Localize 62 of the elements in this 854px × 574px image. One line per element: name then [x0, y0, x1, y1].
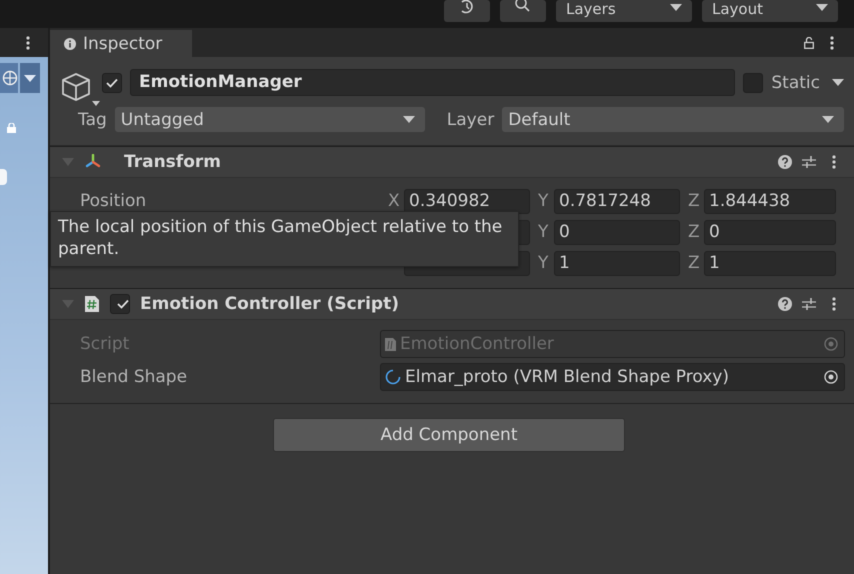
spinner-icon: [385, 369, 401, 385]
axis-label: X: [388, 191, 400, 211]
axis-label: Y: [537, 253, 550, 273]
inspector-tab[interactable]: Inspector: [50, 30, 192, 57]
name-field[interactable]: EmotionManager: [130, 69, 736, 96]
number-field[interactable]: 0.7817248: [554, 188, 680, 214]
check-icon: [117, 299, 129, 309]
object-field[interactable]: Elmar_proto (VRM Blend Shape Proxy): [380, 363, 845, 391]
enabled-checkbox[interactable]: [110, 294, 130, 314]
layers-dropdown[interactable]: Layers: [556, 0, 692, 22]
script-file-icon: [385, 338, 396, 350]
tag-dropdown[interactable]: Untagged: [114, 107, 425, 132]
number-field[interactable]: 1.844438: [704, 188, 836, 214]
layout-dropdown[interactable]: Layout: [702, 0, 838, 22]
component-header[interactable]: Transform: [50, 146, 854, 178]
preset-sliders-icon[interactable]: [802, 155, 816, 169]
property-label: Script: [80, 334, 130, 354]
script-file-icon: [84, 295, 100, 313]
kebab-menu-icon[interactable]: [830, 36, 834, 50]
number-field[interactable]: 0.340982: [404, 188, 530, 214]
caret-icon[interactable]: [832, 79, 844, 86]
axis-label: Z: [687, 191, 701, 211]
gizmo-dropdown[interactable]: [20, 63, 40, 93]
property-label: Position: [80, 191, 146, 211]
axis-label: Y: [537, 191, 550, 211]
layer-dropdown[interactable]: Default: [502, 107, 844, 132]
history-icon: [459, 0, 475, 14]
component-title: Emotion Controller (Script): [140, 294, 399, 314]
kebab-menu-icon[interactable]: [832, 297, 836, 311]
number-field[interactable]: 0: [704, 220, 836, 244]
active-checkbox[interactable]: [102, 72, 122, 92]
globe-icon: [2, 70, 18, 86]
search-button[interactable]: [500, 0, 546, 22]
axis-label: Z: [687, 253, 701, 273]
property-label: Blend Shape: [80, 367, 188, 387]
axis-label: Y: [537, 222, 550, 242]
add-component-button[interactable]: Add Component: [273, 418, 625, 452]
scene-object: [0, 169, 7, 185]
kebab-menu-icon[interactable]: [26, 36, 30, 50]
kebab-menu-icon[interactable]: [832, 155, 836, 169]
component-title: Transform: [124, 152, 221, 172]
static-label: Static: [771, 72, 820, 92]
axis-label: Z: [687, 222, 701, 242]
object-field: EmotionController: [380, 330, 845, 358]
check-icon: [106, 78, 118, 88]
number-field[interactable]: 1: [704, 250, 836, 276]
axes-icon: [84, 154, 102, 170]
help-icon[interactable]: [778, 297, 792, 311]
tooltip: The local position of this GameObject relative to the parent.: [50, 211, 519, 267]
static-checkbox[interactable]: [743, 72, 764, 92]
lock-icon[interactable]: [804, 36, 814, 48]
layer-label: Layer: [446, 110, 494, 130]
component-header[interactable]: Emotion Controller (Script): [50, 288, 854, 320]
help-icon[interactable]: [778, 155, 792, 169]
gizmo-button[interactable]: [0, 63, 18, 93]
search-icon: [515, 0, 531, 12]
tag-label: Tag: [78, 110, 107, 130]
preset-sliders-icon[interactable]: [802, 297, 816, 311]
number-field[interactable]: 0: [554, 220, 680, 244]
info-icon: [64, 38, 76, 50]
number-field[interactable]: 1: [554, 250, 680, 276]
history-button[interactable]: [444, 0, 490, 22]
